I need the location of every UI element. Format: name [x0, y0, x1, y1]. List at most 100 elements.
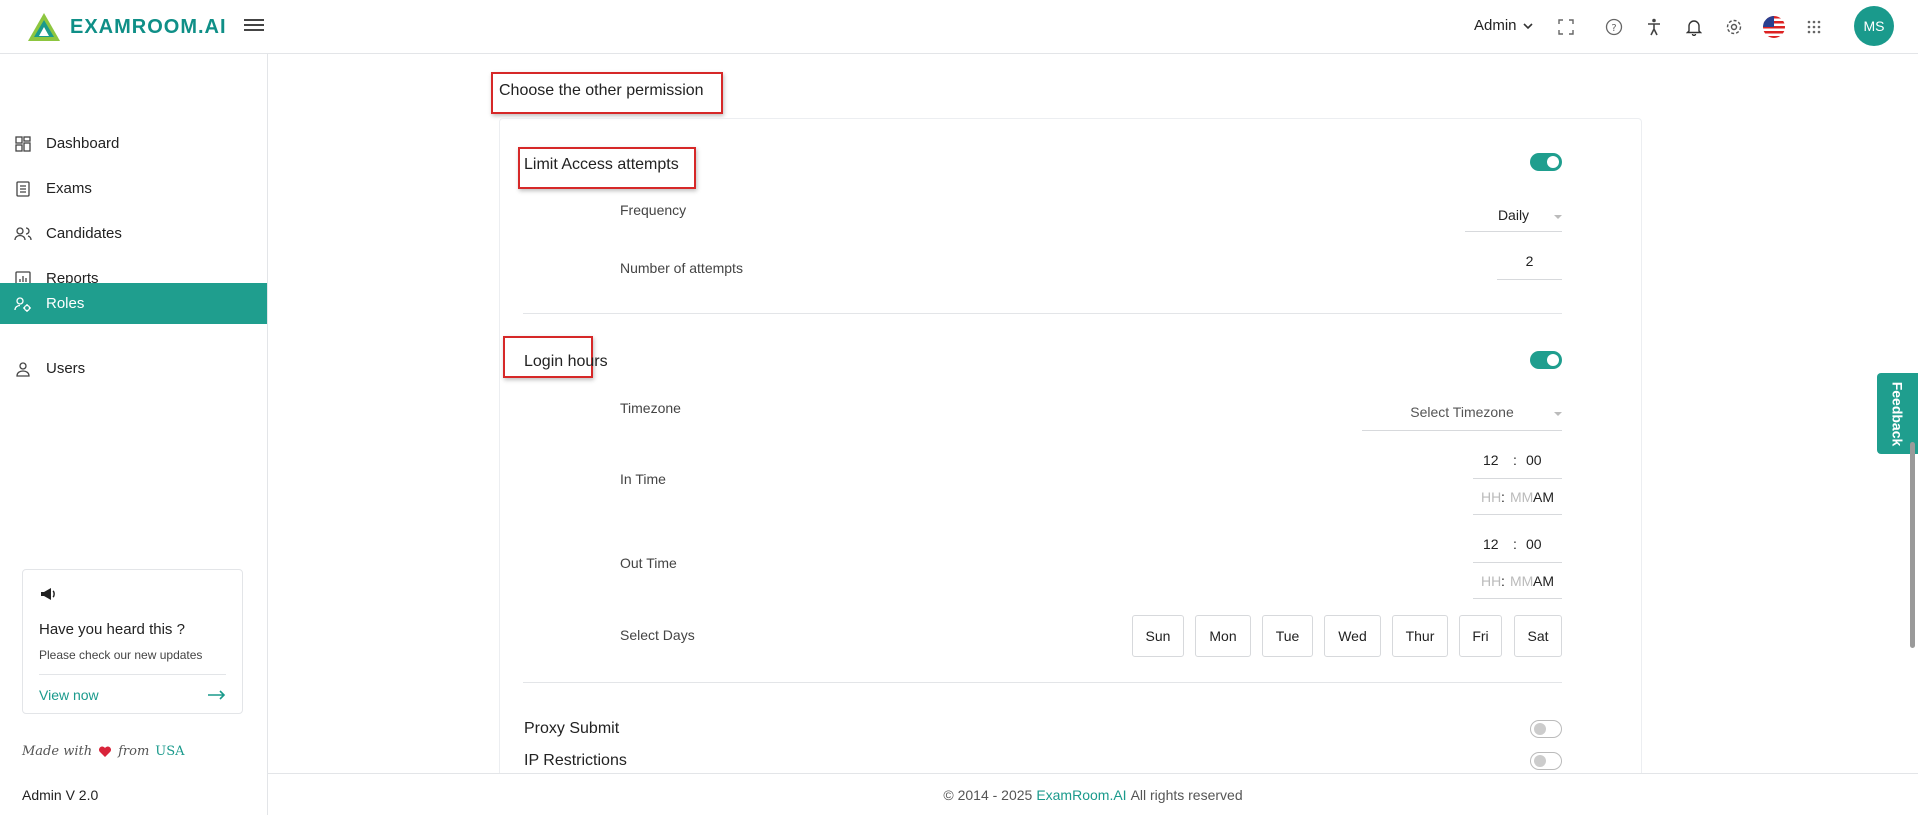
login-hours-title: Login hours	[524, 353, 608, 370]
in-time-minute[interactable]: 00	[1526, 452, 1542, 468]
mm-placeholder[interactable]: MM	[1510, 573, 1533, 589]
feedback-label: Feedback	[1889, 381, 1906, 446]
app-version: Admin V 2.0	[22, 787, 99, 803]
day-button-sun[interactable]: Sun	[1132, 615, 1184, 657]
timezone-placeholder: Select Timezone	[1410, 403, 1514, 420]
role-menu-dropdown[interactable]: Admin	[1474, 17, 1533, 34]
sidebar-item-label: Dashboard	[46, 135, 120, 152]
select-days-label: Select Days	[620, 627, 695, 643]
sidebar-item-label: Roles	[46, 295, 85, 312]
scrollbar-thumb[interactable]	[1910, 442, 1915, 648]
made-with-suffix: from	[118, 744, 150, 759]
fullscreen-icon[interactable]	[1554, 15, 1578, 39]
logo-text: EXAMROOM.AI	[70, 15, 227, 38]
bell-icon[interactable]	[1682, 15, 1706, 39]
hh-placeholder[interactable]: HH	[1481, 489, 1501, 505]
time-separator: :	[1513, 452, 1517, 468]
svg-text:?: ?	[1611, 23, 1616, 34]
day-button-fri[interactable]: Fri	[1459, 615, 1502, 657]
mm-placeholder[interactable]: MM	[1510, 489, 1533, 505]
logo-mark-icon	[28, 13, 60, 41]
out-time-minute[interactable]: 00	[1526, 536, 1542, 552]
in-time-hour[interactable]: 12	[1483, 452, 1499, 468]
ip-restrictions-toggle[interactable]	[1530, 752, 1562, 770]
day-button-tue[interactable]: Tue	[1262, 615, 1313, 657]
promo-subtitle: Please check our new updates	[39, 648, 203, 662]
made-with-tagline: Made with from USA	[22, 744, 185, 759]
ip-restrictions-title: IP Restrictions	[524, 752, 627, 769]
sidebar-item-label: Candidates	[46, 225, 122, 242]
sidebar-item-dashboard[interactable]: Dashboard	[0, 123, 267, 164]
caret-down-icon	[1554, 215, 1562, 219]
attempts-input[interactable]: 2	[1497, 250, 1562, 280]
time-separator: :	[1501, 489, 1505, 505]
roles-icon	[14, 295, 32, 313]
timezone-label: Timezone	[620, 400, 681, 416]
out-time-hour[interactable]: 12	[1483, 536, 1499, 552]
in-time-label: In Time	[620, 471, 666, 487]
menu-icon[interactable]	[244, 16, 264, 36]
sidebar-item-roles[interactable]: Roles	[0, 283, 267, 324]
settings-icon[interactable]	[1722, 15, 1746, 39]
meridiem-value[interactable]: AM	[1533, 489, 1554, 505]
limit-access-toggle[interactable]	[1530, 153, 1562, 171]
frequency-select[interactable]: Daily	[1465, 199, 1562, 232]
dashboard-icon	[14, 135, 32, 153]
candidates-icon	[14, 225, 32, 243]
us-flag-icon[interactable]	[1762, 15, 1786, 39]
input-underline	[1473, 514, 1562, 515]
main-content: Choose the other permission Limit Access…	[268, 54, 1918, 815]
meridiem-value[interactable]: AM	[1533, 573, 1554, 589]
exams-icon	[14, 180, 32, 198]
caret-down-icon	[1554, 411, 1562, 416]
page-heading: Choose the other permission	[499, 82, 704, 99]
view-now-link[interactable]: View now	[39, 687, 226, 703]
sidebar-item-exams[interactable]: Exams	[0, 168, 267, 209]
users-icon	[14, 360, 32, 378]
accessibility-icon[interactable]	[1642, 15, 1666, 39]
page-footer: © 2014 - 2025 ExamRoom.AI All rights res…	[268, 773, 1918, 815]
sidebar-item-users[interactable]: Users	[0, 348, 267, 389]
divider	[39, 674, 226, 675]
day-button-wed[interactable]: Wed	[1324, 615, 1381, 657]
input-underline	[1473, 562, 1562, 563]
megaphone-icon	[41, 588, 55, 600]
proxy-submit-toggle[interactable]	[1530, 720, 1562, 738]
footer-rights: All rights reserved	[1130, 786, 1243, 803]
attempts-label: Number of attempts	[620, 260, 743, 276]
timezone-select[interactable]: Select Timezone	[1362, 393, 1562, 431]
proxy-submit-title: Proxy Submit	[524, 720, 620, 737]
frequency-value: Daily	[1497, 207, 1530, 223]
limit-access-title: Limit Access attempts	[524, 156, 679, 173]
section-divider	[523, 313, 1562, 314]
input-underline	[1473, 598, 1562, 599]
view-now-label: View now	[39, 687, 99, 703]
time-separator: :	[1513, 536, 1517, 552]
heart-icon	[99, 745, 112, 757]
sidebar: Dashboard Exams Candidates Reports Roles…	[0, 54, 268, 815]
footer-copyright: © 2014 - 2025	[943, 786, 1033, 803]
frequency-label: Frequency	[620, 202, 687, 218]
help-icon[interactable]: ?	[1602, 15, 1626, 39]
time-separator: :	[1501, 573, 1505, 589]
hh-placeholder[interactable]: HH	[1481, 573, 1501, 589]
examroom-logo[interactable]: EXAMROOM.AI	[26, 11, 227, 43]
sidebar-item-label: Users	[46, 360, 86, 377]
sidebar-item-candidates[interactable]: Candidates	[0, 213, 267, 254]
day-button-mon[interactable]: Mon	[1195, 615, 1251, 657]
day-button-sat[interactable]: Sat	[1514, 615, 1562, 657]
day-button-thur[interactable]: Thur	[1392, 615, 1448, 657]
login-hours-toggle[interactable]	[1530, 351, 1562, 369]
input-underline	[1473, 478, 1562, 479]
arrow-right-icon	[208, 690, 226, 700]
user-avatar[interactable]: MS	[1854, 6, 1894, 46]
chevron-down-icon	[1522, 22, 1533, 29]
made-with-country: USA	[155, 744, 185, 759]
promo-title: Have you heard this ?	[39, 621, 185, 638]
updates-promo-card: Have you heard this ? Please check our n…	[22, 569, 243, 714]
section-divider	[523, 682, 1562, 683]
out-time-label: Out Time	[620, 555, 677, 571]
apps-grid-icon[interactable]	[1802, 15, 1826, 39]
role-menu-label: Admin	[1474, 17, 1517, 34]
footer-brand-link[interactable]: ExamRoom.AI	[1036, 787, 1126, 803]
